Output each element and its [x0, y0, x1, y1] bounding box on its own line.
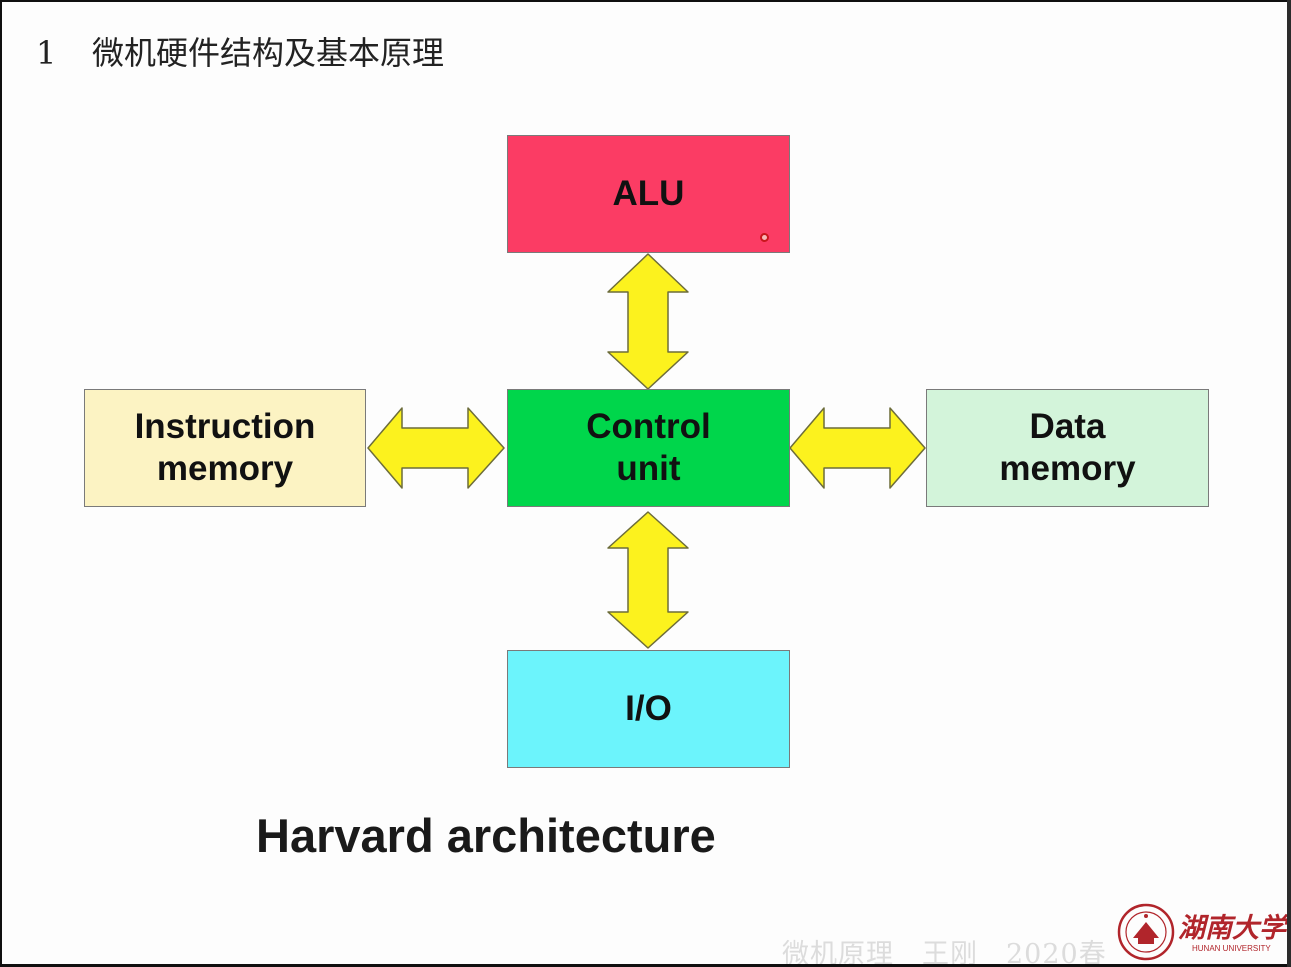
- alu-box: ALU: [507, 135, 790, 253]
- io-label: I/O: [625, 689, 672, 728]
- instruction-memory-box: Instruction memory: [84, 389, 366, 507]
- arrow-imem-control: [367, 407, 505, 489]
- data-memory-box: Data memory: [926, 389, 1209, 507]
- pointer-cursor-icon: [760, 233, 769, 242]
- university-name: 湖南大学: [1178, 913, 1286, 944]
- alu-label: ALU: [612, 174, 685, 213]
- control-unit-label: Control unit: [586, 407, 711, 488]
- arrow-control-dmem: [789, 407, 926, 489]
- heading-text: 微机硬件结构及基本原理: [92, 34, 445, 72]
- course-watermark: 微机原理 王刚 2020春: [782, 939, 1107, 964]
- university-logo: 湖南大学 HUNAN UNIVERSITY: [1116, 900, 1286, 964]
- diagram-caption: Harvard architecture: [256, 809, 716, 862]
- instruction-memory-label: Instruction memory: [134, 407, 316, 488]
- university-subtitle: HUNAN UNIVERSITY: [1192, 944, 1271, 953]
- arrow-control-io: [607, 511, 689, 649]
- control-unit-box: Control unit: [507, 389, 790, 507]
- heading-number: 1: [36, 34, 57, 72]
- window-edge: [1287, 0, 1291, 967]
- university-seal-icon: [1117, 903, 1175, 961]
- slide: 1 微机硬件结构及基本原理 ALU Control unit I/O Instru…: [2, 2, 1287, 964]
- arrow-control-alu: [607, 253, 689, 390]
- io-box: I/O: [507, 650, 790, 768]
- data-memory-label: Data memory: [999, 407, 1136, 488]
- slide-heading: 1 微机硬件结构及基本原理: [36, 28, 444, 74]
